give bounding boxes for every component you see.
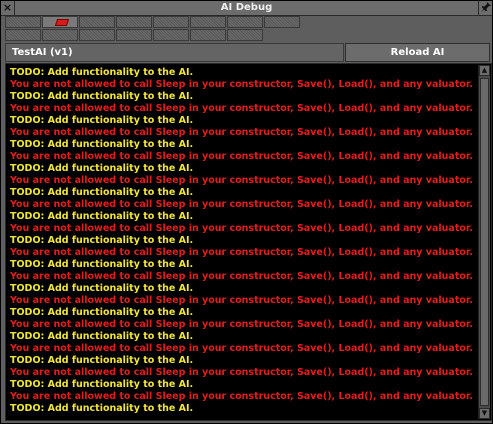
company-tab-8[interactable] (5, 29, 41, 41)
log-line-error: You are not allowed to call Sleep in you… (10, 367, 473, 378)
log-line-error: You are not allowed to call Sleep in you… (10, 199, 473, 210)
log-line-error: You are not allowed to call Sleep in you… (10, 295, 473, 306)
company-tab-0[interactable] (5, 16, 41, 28)
log-line-todo: TODO: Add functionality to the AI. (10, 139, 194, 150)
scroll-up-icon[interactable]: ▲ (479, 65, 490, 76)
log-line-todo: TODO: Add functionality to the AI. (10, 163, 194, 174)
log-line-todo: TODO: Add functionality to the AI. (10, 403, 194, 414)
company-tab-14[interactable] (227, 29, 263, 41)
company-tab-7[interactable] (264, 16, 300, 28)
log-line-todo: TODO: Add functionality to the AI. (10, 91, 194, 102)
company-tab-4[interactable] (153, 16, 189, 28)
company-tab-3[interactable] (116, 16, 152, 28)
log-line-error: You are not allowed to call Sleep in you… (10, 127, 473, 138)
company-tab-5[interactable] (190, 16, 226, 28)
log-line-todo: TODO: Add functionality to the AI. (10, 355, 194, 366)
company-tab-6[interactable] (227, 16, 263, 28)
window-title: AI Debug (220, 2, 273, 13)
log-line-todo: TODO: Add functionality to the AI. (10, 235, 194, 246)
company-tab-12[interactable] (153, 29, 189, 41)
log-line-todo: TODO: Add functionality to the AI. (10, 283, 194, 294)
log-output: TODO: Add functionality to the AI. You ar… (10, 67, 480, 419)
company-tab-10[interactable] (79, 29, 115, 41)
log-line-error: You are not allowed to call Sleep in you… (10, 223, 473, 234)
log-line-error: You are not allowed to call Sleep in you… (10, 151, 473, 162)
company-tab-13[interactable] (190, 29, 226, 41)
log-line-todo: TODO: Add functionality to the AI. (10, 307, 194, 318)
log-line-todo: TODO: Add functionality to the AI. (10, 259, 194, 270)
log-line-todo: TODO: Add functionality to the AI. (10, 115, 194, 126)
scrollbar-thumb[interactable] (480, 78, 489, 406)
log-line-todo: TODO: Add functionality to the AI. (10, 211, 194, 222)
log-line-error: You are not allowed to call Sleep in you… (10, 343, 473, 354)
company-color-icon (54, 19, 70, 26)
log-scrollbar[interactable]: ▲ ▼ (478, 65, 490, 419)
log-line-error: You are not allowed to call Sleep in you… (10, 175, 473, 186)
company-tab-11[interactable] (116, 29, 152, 41)
log-panel: TODO: Add functionality to the AI. You ar… (5, 63, 492, 421)
log-line-todo: TODO: Add functionality to the AI. (10, 187, 194, 198)
log-line-error: You are not allowed to call Sleep in you… (10, 103, 473, 114)
close-icon[interactable]: × (1, 1, 15, 15)
log-line-error: You are not allowed to call Sleep in you… (10, 247, 473, 258)
company-tab-2[interactable] (79, 16, 115, 28)
pin-icon-glyph (480, 2, 491, 12)
log-line-todo: TODO: Add functionality to the AI. (10, 379, 194, 390)
log-line-error: You are not allowed to call Sleep in you… (10, 79, 473, 90)
log-line-todo: TODO: Add functionality to the AI. (10, 331, 194, 342)
company-tabs (5, 16, 301, 42)
ai-debug-window: × AI Debug TestAI (v1) Reload AI TODO: A… (0, 0, 493, 424)
ai-name-label: TestAI (v1) (5, 43, 344, 62)
title-bar[interactable]: × AI Debug (1, 1, 492, 16)
log-line-todo: TODO: Add functionality to the AI. (10, 67, 194, 78)
company-tab-1[interactable] (42, 16, 78, 28)
reload-ai-button[interactable]: Reload AI (345, 43, 490, 62)
log-line-error: You are not allowed to call Sleep in you… (10, 271, 473, 282)
scroll-down-icon[interactable]: ▼ (479, 408, 490, 419)
ai-header: TestAI (v1) Reload AI (5, 43, 492, 62)
pin-icon[interactable] (478, 1, 492, 15)
company-tab-9[interactable] (42, 29, 78, 41)
log-line-error: You are not allowed to call Sleep in you… (10, 391, 473, 402)
log-line-error: You are not allowed to call Sleep in you… (10, 319, 473, 330)
